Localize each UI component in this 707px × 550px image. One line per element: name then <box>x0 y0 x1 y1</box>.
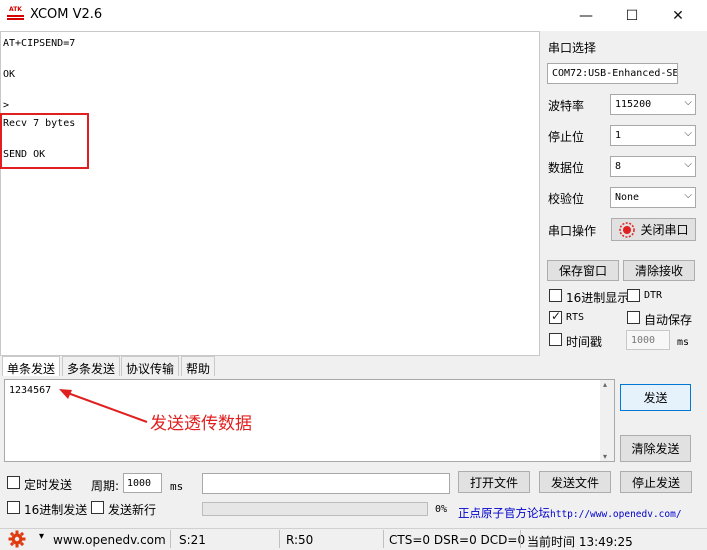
timestamp-unit: ms <box>677 337 690 348</box>
timed-send-label: 定时发送 <box>24 478 73 492</box>
databits-label: 数据位 <box>548 161 585 175</box>
receive-textarea[interactable]: AT+CIPSEND=7 OK > Recv 7 bytes SEND OK <box>0 31 540 356</box>
rts-label: RTS <box>566 312 585 323</box>
period-label: 周期: <box>91 479 120 493</box>
stop-send-button[interactable]: 停止发送 <box>620 471 692 493</box>
newline-checkbox[interactable] <box>91 501 104 514</box>
window-title: XCOM V2.6 <box>30 7 103 22</box>
status-separator <box>520 530 521 548</box>
rts-checkbox[interactable] <box>549 309 562 324</box>
open-file-button[interactable]: 打开文件 <box>458 471 530 493</box>
send-button[interactable]: 发送 <box>620 384 691 411</box>
status-separator <box>170 530 171 548</box>
hex-display-label: 16进制显示 <box>566 291 630 305</box>
maximize-button[interactable]: ☐ <box>609 0 655 31</box>
newline-label: 发送新行 <box>108 503 157 517</box>
stopbits-select[interactable]: 1 ⌵ <box>610 125 696 146</box>
chevron-down-icon: ⌵ <box>684 159 692 170</box>
status-website[interactable]: www.openedv.com <box>53 533 166 547</box>
tab-single-send[interactable]: 单条发送 <box>2 356 61 376</box>
dtr-checkbox[interactable] <box>627 289 640 302</box>
port-status-icon <box>619 221 636 238</box>
timestamp-input[interactable]: 1000 <box>626 330 670 350</box>
timestamp-checkbox[interactable] <box>549 333 562 346</box>
chevron-down-icon: ⌵ <box>684 190 692 201</box>
close-port-button[interactable]: 关闭串口 <box>611 218 696 241</box>
app-logo-icon: ATK <box>7 6 24 24</box>
hex-send-checkbox[interactable] <box>7 501 20 514</box>
dtr-label: DTR <box>644 290 663 301</box>
chevron-down-icon: ⌵ <box>684 128 692 139</box>
send-progress-bar <box>202 502 428 516</box>
auto-save-checkbox[interactable] <box>627 311 640 324</box>
hex-display-checkbox[interactable] <box>549 289 562 302</box>
receive-line: OK <box>3 69 16 80</box>
status-time: 当前时间 13:49:25 <box>527 535 633 549</box>
tab-protocol[interactable]: 协议传输 <box>121 356 180 376</box>
send-file-button[interactable]: 发送文件 <box>539 471 611 493</box>
stopbits-label: 停止位 <box>548 130 585 144</box>
databits-select[interactable]: 8 ⌵ <box>610 156 696 177</box>
annotation-text: 发送透传数据 <box>150 414 252 434</box>
gear-icon[interactable] <box>8 530 26 548</box>
close-window-button[interactable]: ✕ <box>655 0 701 31</box>
baud-label: 波特率 <box>548 99 585 113</box>
minimize-button[interactable]: — <box>563 0 609 31</box>
file-path-input[interactable] <box>202 473 450 494</box>
chevron-down-icon: ⌵ <box>684 97 692 108</box>
tab-multi-send[interactable]: 多条发送 <box>62 356 121 376</box>
send-text: 1234567 <box>9 385 52 396</box>
period-unit: ms <box>170 480 184 493</box>
hex-send-label: 16进制发送 <box>24 503 88 517</box>
status-sent-count: S:21 <box>179 533 206 547</box>
scroll-down-icon[interactable]: ▾ <box>603 452 607 461</box>
highlight-box <box>0 113 89 169</box>
send-scrollbar[interactable]: ▴ ▾ <box>600 380 614 461</box>
receive-line: > <box>3 100 10 111</box>
scroll-up-icon[interactable]: ▴ <box>603 380 607 389</box>
port-select[interactable]: COM72:USB-Enhanced-SE <box>547 63 678 84</box>
status-separator <box>279 530 280 548</box>
status-lines: CTS=0 DSR=0 DCD=0 <box>389 533 526 547</box>
parity-select[interactable]: None ⌵ <box>610 187 696 208</box>
operation-label: 串口操作 <box>548 224 597 238</box>
progress-text: 0% <box>435 504 448 515</box>
settings-dropdown-icon[interactable]: ▾ <box>39 531 44 542</box>
clear-send-button[interactable]: 清除发送 <box>620 435 691 462</box>
port-section-title: 串口选择 <box>548 41 597 55</box>
forum-link[interactable]: 正点原子官方论坛http://www.openedv.com/ <box>458 505 682 521</box>
clear-receive-button[interactable]: 清除接收 <box>623 260 695 281</box>
tab-help[interactable]: 帮助 <box>181 356 216 376</box>
timed-send-checkbox[interactable] <box>7 476 20 489</box>
baud-select[interactable]: 115200 ⌵ <box>610 94 696 115</box>
status-received-count: R:50 <box>286 533 314 547</box>
receive-line: AT+CIPSEND=7 <box>3 38 76 49</box>
parity-label: 校验位 <box>548 192 585 206</box>
timestamp-label: 时间戳 <box>566 335 603 349</box>
save-window-button[interactable]: 保存窗口 <box>547 260 619 281</box>
auto-save-label: 自动保存 <box>644 313 693 327</box>
status-separator <box>383 530 384 548</box>
annotation-arrow-icon <box>59 389 148 423</box>
period-input[interactable]: 1000 <box>123 473 162 493</box>
